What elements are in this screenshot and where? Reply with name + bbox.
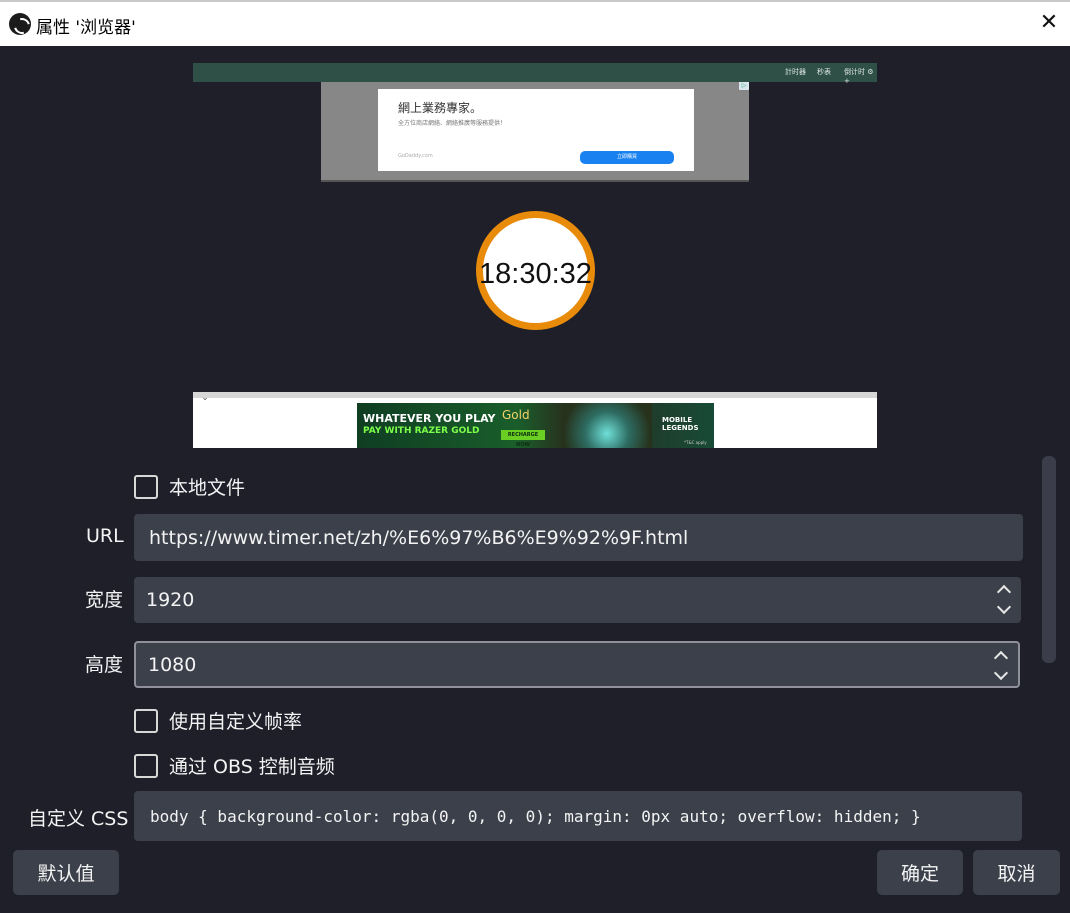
height-stepper[interactable] xyxy=(994,647,1008,685)
ad-choices-icon: ▷ xyxy=(739,82,749,90)
custom-fps-row[interactable]: 使用自定义帧率 xyxy=(134,707,302,734)
razer-banner: WHATEVER YOU PLAY PAY WITH RAZER GOLD Go… xyxy=(357,403,714,448)
obs-audio-checkbox[interactable] xyxy=(134,753,158,778)
height-value: 1080 xyxy=(148,653,197,676)
height-label: 高度 xyxy=(85,654,124,676)
ad-button: 立即購買 xyxy=(580,151,674,164)
obs-audio-label: 通过 OBS 控制音频 xyxy=(169,756,335,778)
url-input[interactable]: https://www.timer.net/zh/%E6%97%B6%E9%92… xyxy=(134,514,1023,561)
ok-button[interactable]: 确定 xyxy=(877,850,963,895)
chevron-down-icon[interactable] xyxy=(994,667,1008,683)
banner-hero-image xyxy=(562,403,652,448)
custom-fps-label: 使用自定义帧率 xyxy=(169,711,303,733)
obs-audio-row[interactable]: 通过 OBS 控制音频 xyxy=(134,752,335,779)
preview-nav-item: 計时器 xyxy=(785,68,806,76)
chevron-up-icon[interactable] xyxy=(997,581,1011,597)
banner-tc: *T&C apply xyxy=(684,440,707,445)
chevron-down-icon[interactable] xyxy=(997,601,1011,617)
width-value: 1920 xyxy=(146,589,195,611)
preview-ad-top: ▷ 網上業務專家。 全方位商店網絡、網絡推廣等服務提供！ GoDaddy.com… xyxy=(321,82,749,182)
css-label: 自定义 CSS xyxy=(28,808,129,830)
preview-ad-bottom: ⌄ WHATEVER YOU PLAY PAY WITH RAZER GOLD … xyxy=(193,392,877,448)
chevron-down-icon: ⌄ xyxy=(201,393,209,403)
preview-nav-strip: 計时器 秒表 倒计时 ⚙ + xyxy=(193,63,877,85)
css-textarea[interactable]: body { background-color: rgba(0, 0, 0, 0… xyxy=(134,791,1022,841)
url-label: URL xyxy=(86,525,124,547)
banner-gold: Gold xyxy=(502,408,530,422)
ad-card: 網上業務專家。 全方位商店網絡、網絡推廣等服務提供！ GoDaddy.com 立… xyxy=(378,89,694,171)
banner-line1: WHATEVER YOU PLAY xyxy=(363,412,496,425)
ad-headline: 網上業務專家。 xyxy=(398,101,483,115)
preview-nav-item: 秒表 xyxy=(817,68,831,76)
close-icon[interactable]: ✕ xyxy=(1036,10,1062,36)
cancel-button[interactable]: 取消 xyxy=(973,850,1060,895)
chevron-up-icon[interactable] xyxy=(994,647,1008,663)
preview-nav-item: 倒计时 ⚙ + xyxy=(844,68,874,85)
height-spinbox[interactable]: 1080 xyxy=(134,641,1020,688)
browser-preview: 計时器 秒表 倒计时 ⚙ + ▷ 網上業務專家。 全方位商店網絡、網絡推廣等服務… xyxy=(12,62,1034,448)
ad-footer: GoDaddy.com xyxy=(398,153,433,159)
ad-subline: 全方位商店網絡、網絡推廣等服務提供！ xyxy=(398,120,507,127)
clock-face: 18:30:32 xyxy=(476,211,595,330)
banner-recharge: RECHARGE NOW xyxy=(501,430,545,448)
custom-fps-checkbox[interactable] xyxy=(134,708,158,733)
obs-logo-icon xyxy=(9,13,31,35)
banner-line2: PAY WITH RAZER GOLD xyxy=(363,426,480,436)
width-stepper[interactable] xyxy=(997,581,1011,619)
local-file-row[interactable]: 本地文件 xyxy=(134,473,245,500)
banner-game: MOBILE LEGENDS xyxy=(662,416,699,432)
clock-time: 18:30:32 xyxy=(479,258,592,290)
width-label: 宽度 xyxy=(85,589,124,611)
window-title: 属性 '浏览器' xyxy=(36,18,136,38)
local-file-label: 本地文件 xyxy=(169,477,246,499)
form-scrollbar[interactable] xyxy=(1042,456,1056,663)
title-bar: 属性 '浏览器' ✕ xyxy=(0,0,1070,46)
local-file-checkbox[interactable] xyxy=(134,474,158,499)
defaults-button[interactable]: 默认值 xyxy=(13,850,119,895)
width-spinbox[interactable]: 1920 xyxy=(134,577,1021,623)
